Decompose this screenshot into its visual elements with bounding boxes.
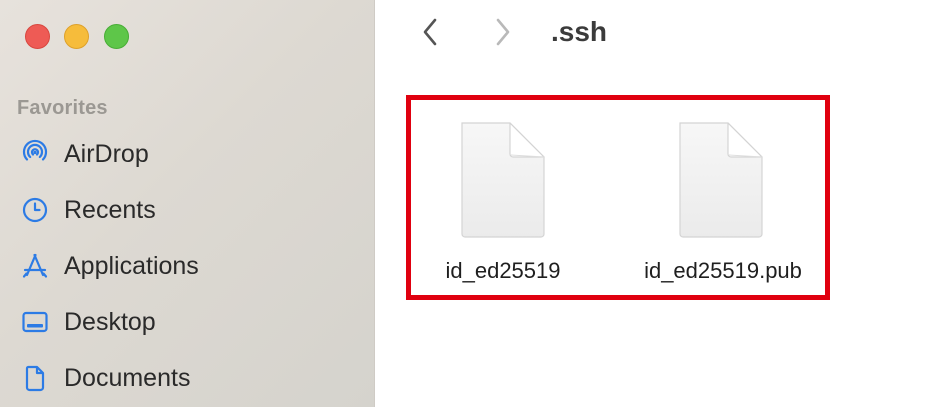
- back-button[interactable]: [413, 16, 447, 52]
- finder-window: Favorites AirDrop Recents Applications D…: [0, 0, 946, 407]
- sidebar-item-applications[interactable]: Applications: [0, 244, 374, 288]
- generic-file-icon: [676, 120, 766, 240]
- window-title: .ssh: [551, 16, 608, 47]
- sidebar-item-label: AirDrop: [64, 139, 149, 168]
- chevron-left-icon: [420, 16, 440, 53]
- document-icon: [20, 363, 50, 393]
- sidebar-item-desktop[interactable]: Desktop: [0, 300, 374, 344]
- sidebar-item-label: Recents: [64, 195, 156, 224]
- file-item[interactable]: id_ed25519.pub: [623, 120, 823, 290]
- forward-button[interactable]: [486, 16, 520, 52]
- chevron-right-icon: [493, 16, 513, 53]
- generic-file-icon: [458, 120, 548, 240]
- sidebar: Favorites AirDrop Recents Applications D…: [0, 0, 374, 407]
- clock-icon: [20, 195, 50, 225]
- sidebar-item-airdrop[interactable]: AirDrop: [0, 132, 374, 176]
- sidebar-item-label: Applications: [64, 251, 199, 280]
- applications-icon: [20, 251, 50, 281]
- desktop-icon: [20, 307, 50, 337]
- minimize-button[interactable]: [64, 24, 89, 49]
- file-item[interactable]: id_ed25519: [403, 120, 603, 290]
- file-name: id_ed25519.pub: [644, 258, 802, 283]
- sidebar-section-favorites: Favorites: [17, 97, 108, 119]
- sidebar-item-label: Desktop: [64, 307, 156, 336]
- sidebar-item-recents[interactable]: Recents: [0, 188, 374, 232]
- file-name: id_ed25519: [445, 258, 561, 283]
- zoom-button[interactable]: [104, 24, 129, 49]
- sidebar-item-documents[interactable]: Documents: [0, 356, 374, 400]
- airdrop-icon: [20, 139, 50, 169]
- sidebar-item-label: Documents: [64, 363, 191, 392]
- close-button[interactable]: [25, 24, 50, 49]
- file-browser: .ssh id_ed25519 id_ed25519.pub: [375, 0, 946, 407]
